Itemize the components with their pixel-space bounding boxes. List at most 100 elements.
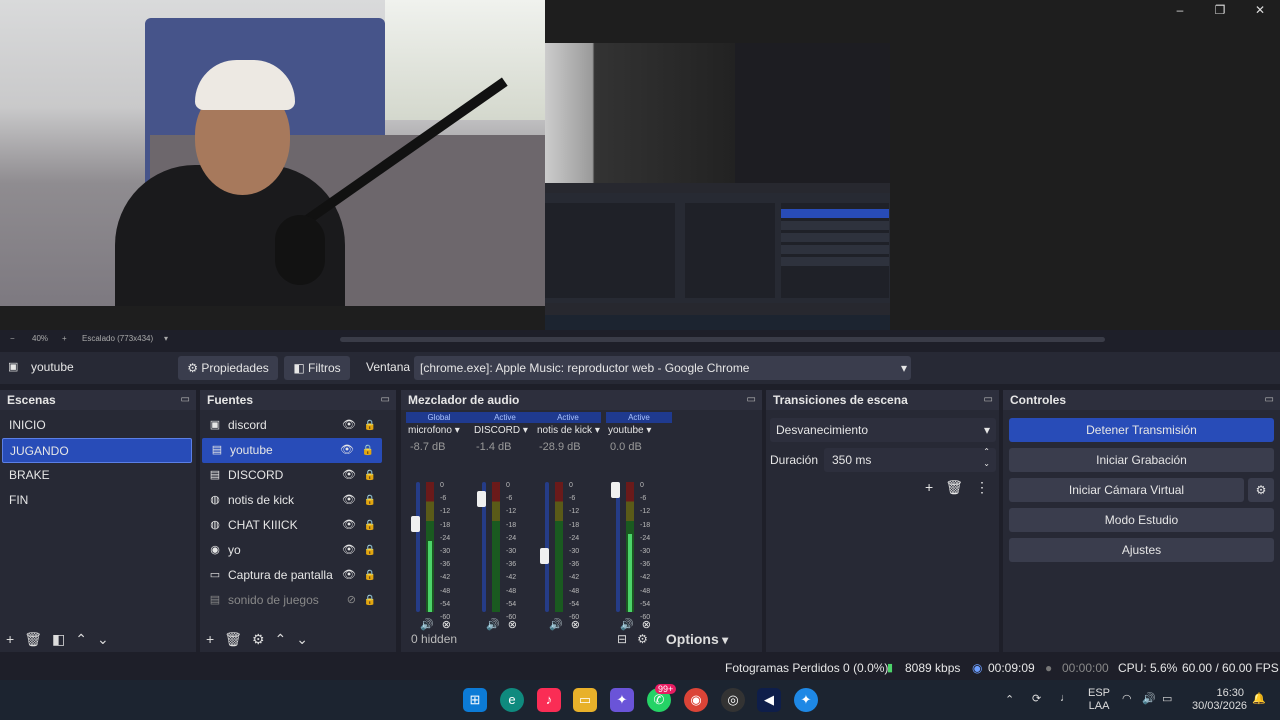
lock-icon[interactable]: 🔒: [364, 588, 376, 613]
gear-icon[interactable]: ⚙: [252, 631, 265, 648]
lock-icon[interactable]: 🔒: [364, 513, 376, 538]
chevron-up-icon[interactable]: ⌃: [75, 631, 87, 648]
source-item[interactable]: ▣ discord 👁 🔒: [200, 413, 396, 438]
undock-icon[interactable]: ▭: [181, 390, 190, 410]
transition-select[interactable]: Desvanecimiento ▾: [770, 418, 996, 442]
volume-handle[interactable]: [411, 516, 420, 533]
edge-icon[interactable]: e: [500, 688, 524, 712]
volume-slider[interactable]: [616, 482, 620, 612]
scene-item[interactable]: JUGANDO: [2, 438, 192, 463]
studio-mode-button[interactable]: Modo Estudio: [1009, 508, 1274, 532]
stop-stream-button[interactable]: Detener Transmisión: [1009, 418, 1274, 442]
more-icon[interactable]: ⋮: [975, 479, 989, 496]
volume-slider[interactable]: [545, 482, 549, 612]
sync-icon[interactable]: ⟳: [1032, 692, 1041, 705]
duration-input[interactable]: 350 ms ⌃ ⌄: [824, 446, 996, 472]
language-indicator[interactable]: ESP LAA: [1088, 687, 1110, 713]
scene-item[interactable]: FIN: [0, 488, 196, 513]
source-item[interactable]: ◍ notis de kick 👁 🔒: [200, 488, 396, 513]
eye-icon[interactable]: 👁: [342, 513, 356, 538]
source-item[interactable]: ▤ youtube 👁 🔒: [202, 438, 382, 463]
properties-button[interactable]: ⚙ Propiedades: [178, 356, 278, 380]
options-button[interactable]: Options ▾: [666, 631, 728, 647]
clock[interactable]: 16:30 30/03/2026: [1192, 687, 1247, 713]
eye-icon[interactable]: 👁: [342, 413, 356, 438]
source-item[interactable]: ◍ CHAT KIIICK 👁 🔒: [200, 513, 396, 538]
eye-icon[interactable]: 👁: [342, 463, 356, 488]
trash-icon[interactable]: 🗑: [945, 479, 963, 496]
close-button[interactable]: ✕: [1240, 0, 1280, 20]
filter-icon[interactable]: ◧: [52, 631, 65, 648]
battery-icon[interactable]: ▭: [1162, 692, 1172, 705]
window-select[interactable]: [chrome.exe]: Apple Music: reproductor w…: [414, 356, 911, 380]
eye-icon[interactable]: 👁: [342, 538, 356, 563]
undock-icon[interactable]: ▭: [984, 390, 993, 410]
wifi-icon[interactable]: ◠: [1122, 692, 1132, 705]
eye-hidden-icon[interactable]: ⊘: [347, 588, 356, 613]
file-explorer-icon[interactable]: ▭: [573, 688, 597, 712]
volume-slider[interactable]: [416, 482, 420, 612]
channel-name-dropdown[interactable]: microfono ▾: [406, 423, 472, 436]
advanced-audio-icon[interactable]: ⚙: [637, 632, 648, 646]
chevron-up-icon[interactable]: ⌃: [275, 631, 287, 648]
add-icon[interactable]: +: [6, 631, 14, 647]
copilot-icon[interactable]: ✦: [610, 688, 634, 712]
chevron-down-icon[interactable]: ⌄: [296, 631, 308, 648]
preview-canvas[interactable]: – ❐ ✕: [0, 0, 1280, 330]
vscode-icon[interactable]: ◀: [757, 688, 781, 712]
source-item[interactable]: ▤ DISCORD 👁 🔒: [200, 463, 396, 488]
meter-tick: 0: [640, 482, 644, 489]
lock-icon[interactable]: 🔒: [364, 463, 376, 488]
add-icon[interactable]: +: [925, 479, 933, 496]
add-icon[interactable]: +: [206, 631, 214, 647]
virtual-camera-settings-button[interactable]: ⚙: [1248, 478, 1274, 502]
undock-icon[interactable]: ▭: [381, 390, 390, 410]
mic-icon[interactable]: ♩: [1060, 692, 1071, 704]
start-recording-button[interactable]: Iniciar Grabación: [1009, 448, 1274, 472]
trash-icon[interactable]: 🗑: [24, 631, 42, 648]
source-item[interactable]: ▤ sonido de juegos ⊘ 🔒: [200, 588, 396, 613]
music-icon[interactable]: ♪: [537, 688, 561, 712]
undock-icon[interactable]: ▭: [1265, 390, 1274, 410]
notification-icon[interactable]: 🔔: [1252, 692, 1266, 705]
preview-scrollbar[interactable]: [340, 337, 1105, 342]
lock-icon[interactable]: 🔒: [364, 413, 376, 438]
scale-dropdown-icon[interactable]: ▾: [164, 334, 168, 343]
source-item[interactable]: ◉ yo 👁 🔒: [200, 538, 396, 563]
obs-icon[interactable]: ◎: [721, 688, 745, 712]
zoom-in-button[interactable]: +: [62, 334, 67, 343]
eye-icon[interactable]: 👁: [342, 488, 356, 513]
scene-item[interactable]: INICIO: [0, 413, 196, 438]
lock-icon[interactable]: 🔒: [364, 563, 376, 588]
spinner-icon[interactable]: ⌃ ⌄: [983, 446, 990, 470]
minimize-button[interactable]: –: [1160, 0, 1200, 20]
mixer-header: Mezclador de audio ▭: [401, 390, 762, 410]
filters-button[interactable]: ◧ Filtros: [284, 356, 350, 380]
chevron-down-icon[interactable]: ⌄: [97, 631, 109, 648]
volume-icon[interactable]: 🔊: [1142, 692, 1156, 705]
settings-button[interactable]: Ajustes: [1009, 538, 1274, 562]
lock-icon[interactable]: 🔒: [364, 538, 376, 563]
channel-name-dropdown[interactable]: youtube ▾: [606, 423, 672, 436]
app-icon[interactable]: ✦: [794, 688, 818, 712]
lock-icon[interactable]: 🔒: [362, 438, 374, 463]
windows-start-icon[interactable]: ⊞: [463, 688, 487, 712]
lock-icon[interactable]: 🔒: [364, 488, 376, 513]
maximize-button[interactable]: ❐: [1200, 0, 1240, 20]
chrome-icon[interactable]: ◉: [684, 688, 708, 712]
virtual-camera-button[interactable]: Iniciar Cámara Virtual: [1009, 478, 1244, 502]
channel-name-dropdown[interactable]: DISCORD ▾: [472, 423, 538, 436]
trash-icon[interactable]: 🗑: [224, 631, 242, 648]
chevron-up-icon[interactable]: ⌃: [1005, 693, 1014, 706]
layout-icon[interactable]: ⊟: [617, 632, 627, 646]
volume-handle[interactable]: [477, 491, 486, 508]
source-item[interactable]: ▭ Captura de pantalla 👁 🔒: [200, 563, 396, 588]
undock-icon[interactable]: ▭: [747, 390, 756, 410]
eye-icon[interactable]: 👁: [342, 563, 356, 588]
volume-handle[interactable]: [540, 548, 549, 565]
zoom-out-button[interactable]: −: [10, 334, 15, 343]
eye-icon[interactable]: 👁: [340, 438, 354, 463]
volume-handle[interactable]: [611, 482, 620, 498]
scene-item[interactable]: BRAKE: [0, 463, 196, 488]
channel-name-dropdown[interactable]: notis de kick ▾: [535, 423, 601, 436]
